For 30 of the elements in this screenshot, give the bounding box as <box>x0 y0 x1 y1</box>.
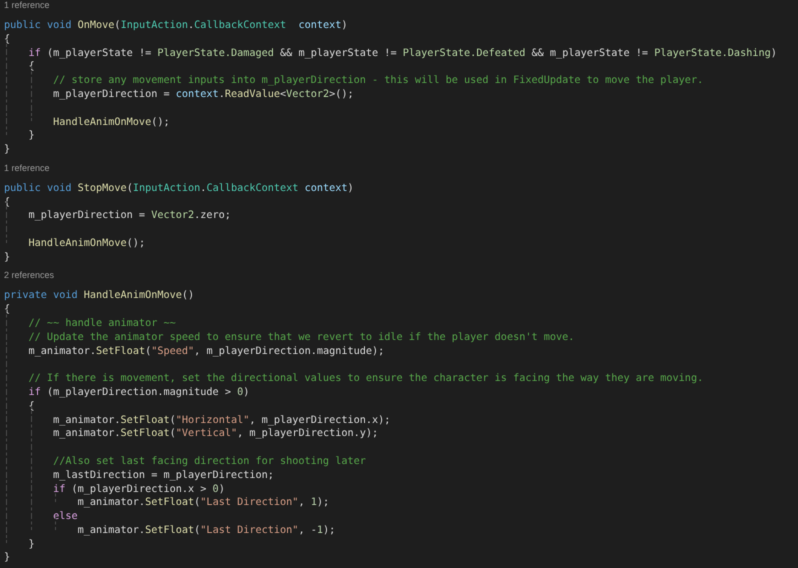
references-link[interactable]: 2 references <box>4 270 54 282</box>
code-line: // ~~ handle animator ~~ <box>28 318 176 329</box>
code-line: m_playerDirection = context.ReadValue<Vector2>(); <box>52 88 354 100</box>
code-line: } <box>4 552 10 564</box>
code-line: public void StopMove(InputAction.CallbackContext context) <box>4 182 354 194</box>
code-line: m_animator.SetFloat("Horizontal", m_playerDirection.x); <box>52 414 390 426</box>
code-line: } <box>28 130 35 142</box>
code-line: HandleAnimOnMove(); <box>52 116 170 128</box>
code-line: } <box>4 252 10 263</box>
code-line: HandleAnimOnMove(); <box>28 238 146 249</box>
code-line: m_animator.SetFloat("Vertical", m_playerDirection.y); <box>52 428 378 440</box>
code-line: m_animator.SetFloat("Last Direction", 1); <box>76 497 330 508</box>
code-line: // store any movement inputs into m_playerDirection - this will be used in FixedUpdate to move the player. <box>52 75 704 86</box>
code-line: //Also set last facing direction for shooting later <box>52 456 366 467</box>
code-line: // Update the animator speed to ensure that we revert to idle if the player doesn't move. <box>28 332 574 343</box>
code-line: } <box>28 538 35 550</box>
references-link[interactable]: 1 reference <box>4 0 50 11</box>
code-line: private void HandleAnimOnMove() <box>4 290 194 302</box>
code-line: if (m_playerState != PlayerState.Damaged && m_playerState != PlayerState.Defeated && m_playerState != PlayerState.Dashing) <box>28 48 777 59</box>
code-line: public void OnMove(InputAction.CallbackContext context) <box>4 20 348 31</box>
code-line: m_lastDirection = m_playerDirection; <box>52 470 274 481</box>
references-link[interactable]: 1 reference <box>4 162 50 174</box>
code-line: else <box>52 511 78 522</box>
code-line: } <box>4 144 10 156</box>
code-line: if (m_playerDirection.magnitude > 0) <box>28 386 250 398</box>
code-line: m_animator.SetFloat("Last Direction", -1); <box>76 524 336 536</box>
code-line: m_playerDirection = Vector2.zero; <box>28 210 231 222</box>
code-line: m_animator.SetFloat("Speed", m_playerDirection.magnitude); <box>28 346 384 357</box>
code-line: // If there is movement, set the directional values to ensure the character is facing the way they are moving. <box>28 373 704 384</box>
code-line: if (m_playerDirection.x > 0) <box>52 484 225 494</box>
